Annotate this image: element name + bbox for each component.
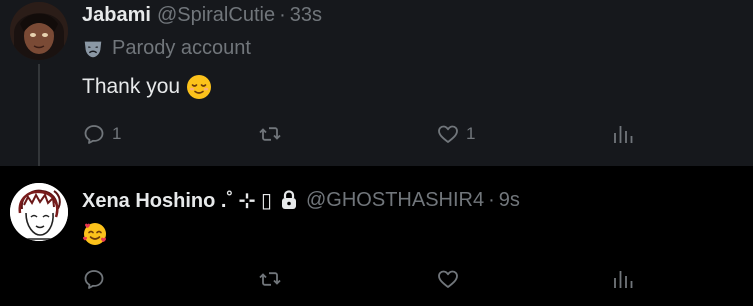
post-text bbox=[82, 218, 108, 248]
display-name[interactable]: Jabami bbox=[82, 4, 151, 27]
parody-label-text: Parody account bbox=[112, 37, 251, 59]
post-header: Jabami @SpiralCutie · 33s bbox=[82, 2, 322, 28]
thread-connector-line bbox=[38, 64, 40, 178]
separator-dot: · bbox=[488, 188, 495, 211]
repost-icon bbox=[259, 127, 281, 141]
repost-button[interactable] bbox=[258, 266, 288, 292]
reply-icon bbox=[84, 125, 104, 144]
post-text-content: Thank you bbox=[82, 75, 181, 98]
post-actions: 1 1 bbox=[82, 121, 642, 147]
lock-icon bbox=[282, 190, 296, 209]
post-xena-hoshino[interactable]: Xena Hoshino .˚ ⊹ ▯ @GHOSTHASHIR4 · 9s bbox=[0, 166, 753, 306]
avatar-image-icon bbox=[10, 183, 68, 241]
views-button[interactable] bbox=[611, 121, 641, 147]
reply-count: 1 bbox=[112, 124, 122, 143]
like-count: 1 bbox=[466, 124, 476, 143]
theater-mask-icon bbox=[84, 41, 102, 57]
reply-button[interactable]: 1 bbox=[82, 121, 121, 147]
analytics-bars-icon bbox=[614, 271, 633, 288]
heart-icon bbox=[438, 125, 458, 143]
avatar-image-icon bbox=[10, 2, 68, 60]
user-handle[interactable]: @SpiralCutie bbox=[157, 4, 275, 27]
analytics-bars-icon bbox=[614, 126, 633, 143]
views-button[interactable] bbox=[611, 266, 641, 292]
like-button[interactable] bbox=[436, 266, 466, 292]
separator-dot: · bbox=[279, 3, 286, 26]
post-actions bbox=[82, 266, 642, 292]
post-timestamp[interactable]: 33s bbox=[290, 4, 322, 27]
post-text: Thank you bbox=[82, 72, 212, 102]
like-button[interactable]: 1 bbox=[436, 121, 475, 147]
conversation-thread: Jabami @SpiralCutie · 33s Parody account… bbox=[0, 0, 753, 306]
post-timestamp[interactable]: 9s bbox=[499, 189, 520, 212]
user-handle[interactable]: @GHOSTHASHIR4 bbox=[306, 189, 484, 212]
parody-label: Parody account bbox=[82, 37, 251, 60]
reply-icon bbox=[84, 270, 104, 289]
smiling-face-with-hearts-emoji-icon bbox=[83, 223, 106, 245]
avatar[interactable] bbox=[10, 183, 68, 241]
relieved-face-emoji-icon bbox=[187, 75, 212, 99]
display-name[interactable]: Xena Hoshino .˚ ⊹ ▯ bbox=[82, 188, 272, 213]
repost-icon bbox=[259, 272, 281, 286]
post-header: Xena Hoshino .˚ ⊹ ▯ @GHOSTHASHIR4 · 9s bbox=[82, 187, 520, 213]
reply-button[interactable] bbox=[82, 266, 112, 292]
repost-button[interactable] bbox=[258, 121, 288, 147]
post-jabami[interactable]: Jabami @SpiralCutie · 33s Parody account… bbox=[0, 0, 753, 166]
heart-icon bbox=[438, 270, 458, 288]
avatar[interactable] bbox=[10, 2, 68, 60]
